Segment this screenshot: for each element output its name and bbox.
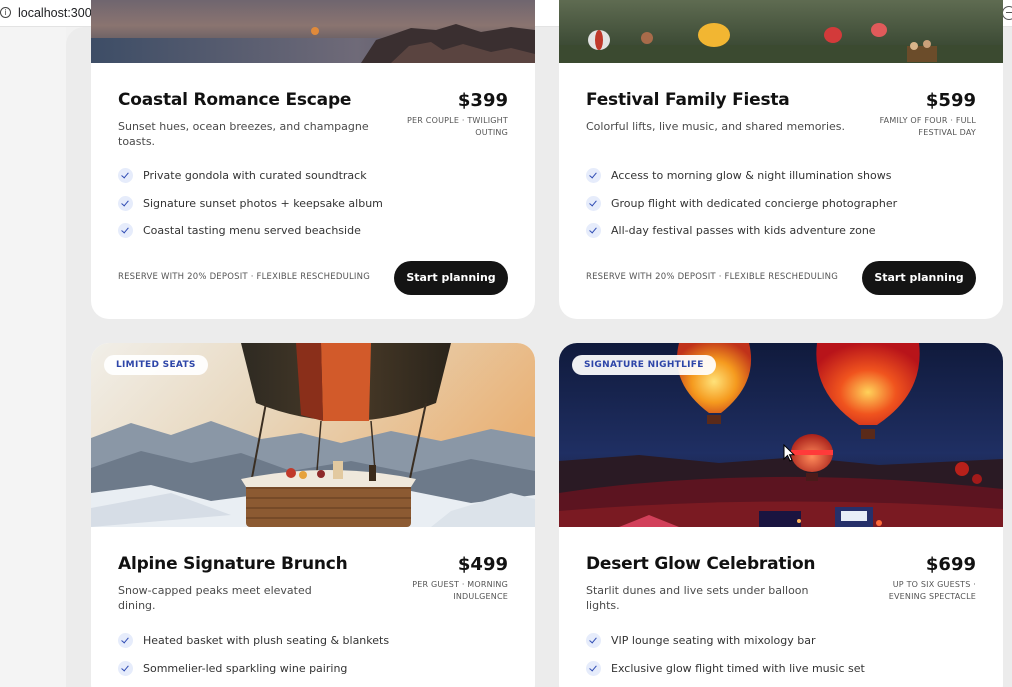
package-price-info: PER GUEST · MORNING INDULGENCE <box>412 580 508 601</box>
feature-list: Heated basket with plush seating & blank… <box>118 627 389 682</box>
deposit-footnote: RESERVE WITH 20% DEPOSIT · FLEXIBLE RESC… <box>586 272 838 282</box>
package-price-info: UP TO SIX GUESTS · EVENING SPECTACLE <box>888 580 976 601</box>
check-icon <box>118 195 133 211</box>
package-price-info: PER COUPLE · TWILIGHT OUTING <box>407 116 508 137</box>
package-image-festival <box>559 0 1003 63</box>
deposit-footnote: RESERVE WITH 20% DEPOSIT · FLEXIBLE RESC… <box>118 272 370 282</box>
feature-item: Access to morning glow & night illuminat… <box>586 162 897 190</box>
package-card-alpine: LIMITED SEATS Alpine Signature Brunch Sn… <box>91 343 535 687</box>
feature-item: Signature sunset photos + keepsake album <box>118 190 383 218</box>
feature-item: Exclusive glow flight timed with live mu… <box>586 655 865 683</box>
package-price-info: FAMILY OF FOUR · FULL FESTIVAL DAY <box>879 116 976 137</box>
package-card-festival: Festival Family Fiesta Colorful lifts, l… <box>559 0 1003 319</box>
feature-item: Sommelier-led sparkling wine pairing <box>118 655 389 683</box>
check-icon <box>118 633 133 649</box>
status-badge: SIGNATURE NIGHTLIFE <box>572 355 716 375</box>
check-icon <box>586 660 601 676</box>
package-description: Snow-capped peaks meet elevated dining. <box>118 584 312 612</box>
check-icon <box>586 633 601 649</box>
feature-item: Private gondola with curated soundtrack <box>118 162 383 190</box>
status-badge: LIMITED SEATS <box>104 355 208 375</box>
start-planning-button[interactable]: Start planning <box>394 261 508 295</box>
check-icon <box>118 168 133 184</box>
package-title: Festival Family Fiesta <box>586 90 790 110</box>
feature-item: All-day festival passes with kids advent… <box>586 217 897 245</box>
package-description: Starlit dunes and live sets under balloo… <box>586 584 809 612</box>
package-image-coastal <box>91 0 535 63</box>
package-price: $499 <box>457 554 508 575</box>
check-icon <box>586 223 601 239</box>
feature-list: Access to morning glow & night illuminat… <box>586 162 897 245</box>
package-price: $699 <box>925 554 976 575</box>
zoom-out-icon[interactable] <box>1002 6 1012 20</box>
mouse-cursor-icon <box>783 444 795 462</box>
package-title: Desert Glow Celebration <box>586 554 816 574</box>
check-icon <box>586 195 601 211</box>
site-info-icon[interactable]: i <box>0 7 11 18</box>
feature-list: Private gondola with curated soundtrack … <box>118 162 383 245</box>
feature-item: Heated basket with plush seating & blank… <box>118 627 389 655</box>
package-card-coastal: Coastal Romance Escape Sunset hues, ocea… <box>91 0 535 319</box>
feature-item: Group flight with dedicated concierge ph… <box>586 190 897 218</box>
left-panel <box>0 27 66 687</box>
check-icon <box>118 660 133 676</box>
package-price: $599 <box>925 90 976 111</box>
check-icon <box>586 168 601 184</box>
start-planning-button[interactable]: Start planning <box>862 261 976 295</box>
package-title: Coastal Romance Escape <box>118 90 352 110</box>
package-title: Alpine Signature Brunch <box>118 554 348 574</box>
feature-list: VIP lounge seating with mixology bar Exc… <box>586 627 865 682</box>
package-description: Colorful lifts, live music, and shared m… <box>586 120 846 133</box>
package-price: $399 <box>457 90 508 111</box>
package-description: Sunset hues, ocean breezes, and champagn… <box>118 120 369 148</box>
feature-item: Coastal tasting menu served beachside <box>118 217 383 245</box>
feature-item: VIP lounge seating with mixology bar <box>586 627 865 655</box>
package-card-desert: SIGNATURE NIGHTLIFE Desert Glow Celebrat… <box>559 343 1003 687</box>
check-icon <box>118 223 133 239</box>
